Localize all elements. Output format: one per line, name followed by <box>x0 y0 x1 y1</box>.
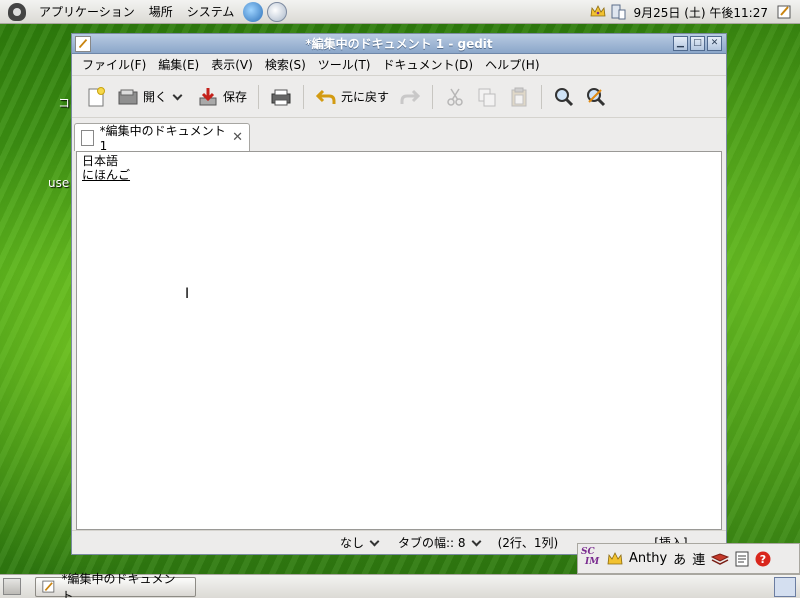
close-window-button[interactable]: ✕ <box>707 36 722 51</box>
system-menu[interactable]: システム <box>180 3 242 20</box>
toolbar-separator <box>541 84 543 109</box>
undo-button[interactable]: 元に戻す <box>310 81 394 113</box>
open-recent-chevron-icon[interactable] <box>172 90 183 100</box>
undo-label: 元に戻す <box>341 90 390 104</box>
open-button[interactable]: 開く <box>112 81 192 113</box>
undo-icon <box>315 89 336 104</box>
menu-edit[interactable]: 編集(E) <box>152 56 205 73</box>
cursor-position: (2行、1列) <box>497 536 559 550</box>
svg-text:?: ? <box>760 553 766 566</box>
help-icon[interactable]: ? <box>755 551 771 567</box>
menu-search[interactable]: 検索(S) <box>259 56 312 73</box>
anthy-crown-icon <box>607 551 623 564</box>
document-tab[interactable]: *編集中のドキュメント 1 ✕ <box>74 123 250 153</box>
editor-line-2-preedit: にほんご <box>82 168 131 182</box>
tab-width-selector[interactable]: タブの幅:: 8 <box>398 534 486 551</box>
applications-menu[interactable]: アプリケーション <box>32 3 142 20</box>
open-folder-icon <box>118 89 138 104</box>
copy-icon <box>478 88 496 106</box>
redo-icon <box>400 89 421 104</box>
toolbar: 開く 保存 元に戻す <box>72 76 726 118</box>
taskbar-window-label: *編集中のドキュメント… <box>61 571 176 598</box>
scim-input-method-bar: SC IM Anthy あ 連 ? <box>577 543 800 574</box>
notes-applet-icon[interactable] <box>774 577 796 597</box>
print-icon <box>271 89 291 105</box>
text-cursor-ibeam-icon: I <box>185 286 190 302</box>
properties-icon[interactable] <box>735 551 749 567</box>
gnome-foot-icon[interactable] <box>8 2 26 21</box>
cut-scissors-icon <box>447 88 463 106</box>
top-panel: アプリケーション 場所 システム 9月25日 (土) 午後11:27 <box>0 0 800 24</box>
highlight-mode-label: なし <box>340 536 365 550</box>
input-engine-label[interactable]: Anthy <box>629 551 667 566</box>
system-tray: 9月25日 (土) 午後11:27 <box>590 0 800 24</box>
document-tabbar: *編集中のドキュメント 1 ✕ <box>72 118 726 153</box>
copy-button[interactable] <box>471 81 503 113</box>
menu-view[interactable]: 表示(V) <box>205 56 259 73</box>
crown-icon[interactable] <box>590 4 606 20</box>
save-button[interactable]: 保存 <box>192 81 252 113</box>
bottom-panel: *編集中のドキュメント… <box>0 572 800 598</box>
notes-icon[interactable] <box>776 4 792 20</box>
input-mode-hiragana[interactable]: あ <box>673 549 686 568</box>
cut-button[interactable] <box>439 81 471 113</box>
maximize-button[interactable]: □ <box>690 36 705 51</box>
toolbar-separator <box>303 84 305 109</box>
menubar: ファイル(F) 編集(E) 表示(V) 検索(S) ツール(T) ドキュメント(… <box>72 54 726 76</box>
menu-tools[interactable]: ツール(T) <box>312 56 377 73</box>
menu-documents[interactable]: ドキュメント(D) <box>377 56 480 73</box>
tab-close-icon[interactable]: ✕ <box>232 130 243 145</box>
email-launcher-icon[interactable] <box>267 1 288 22</box>
new-document-icon <box>88 86 105 106</box>
editor-line-1: 日本語 <box>82 154 119 168</box>
taskbar-window-button[interactable]: *編集中のドキュメント… <box>35 572 196 598</box>
find-button[interactable] <box>548 81 580 113</box>
document-icon <box>81 129 94 146</box>
chevron-down-icon <box>471 536 482 546</box>
tab-label: *編集中のドキュメント 1 <box>99 124 226 153</box>
find-magnifier-icon <box>555 87 574 106</box>
tab-width-label: タブの幅:: 8 <box>398 536 466 550</box>
new-document-button[interactable] <box>80 81 112 113</box>
window-controls: ▁ □ ✕ <box>673 36 722 51</box>
minimize-button[interactable]: ▁ <box>673 36 688 51</box>
dictionary-book-icon[interactable] <box>711 552 730 566</box>
window-title: *編集中のドキュメント 1 - gedit <box>305 37 493 51</box>
scim-logo[interactable]: SC IM <box>581 547 601 571</box>
paste-button[interactable] <box>503 81 535 113</box>
gedit-window: *編集中のドキュメント 1 - gedit ▁ □ ✕ ファイル(F) 編集(E… <box>71 33 727 555</box>
device-manager-icon[interactable] <box>610 4 626 20</box>
paste-clipboard-icon <box>511 87 527 106</box>
redo-button[interactable] <box>394 81 426 113</box>
clock[interactable]: 9月25日 (土) 午後11:27 <box>630 4 772 21</box>
window-titlebar[interactable]: *編集中のドキュメント 1 - gedit ▁ □ ✕ <box>72 34 726 54</box>
menu-help[interactable]: ヘルプ(H) <box>479 56 545 73</box>
desktop-icon-computer-label[interactable]: コ <box>58 94 70 111</box>
web-browser-launcher-icon[interactable] <box>243 1 264 22</box>
highlight-mode-selector[interactable]: なし <box>340 534 384 551</box>
save-label: 保存 <box>223 90 248 104</box>
show-desktop-icon[interactable] <box>3 578 21 595</box>
toolbar-separator <box>258 84 260 109</box>
save-icon <box>199 87 217 105</box>
open-label: 開く <box>143 90 168 104</box>
conversion-mode[interactable]: 連 <box>692 549 705 568</box>
print-button[interactable] <box>265 81 297 113</box>
text-editor[interactable]: 日本語 にほんご I <box>76 151 722 530</box>
chevron-down-icon <box>369 536 380 546</box>
places-menu[interactable]: 場所 <box>142 3 180 20</box>
replace-magnifier-icon <box>587 87 606 106</box>
toolbar-separator <box>432 84 434 109</box>
replace-button[interactable] <box>580 81 612 113</box>
menu-file[interactable]: ファイル(F) <box>76 56 152 73</box>
gedit-task-icon <box>42 580 55 592</box>
desktop-icon-home-label[interactable]: use <box>48 176 69 190</box>
